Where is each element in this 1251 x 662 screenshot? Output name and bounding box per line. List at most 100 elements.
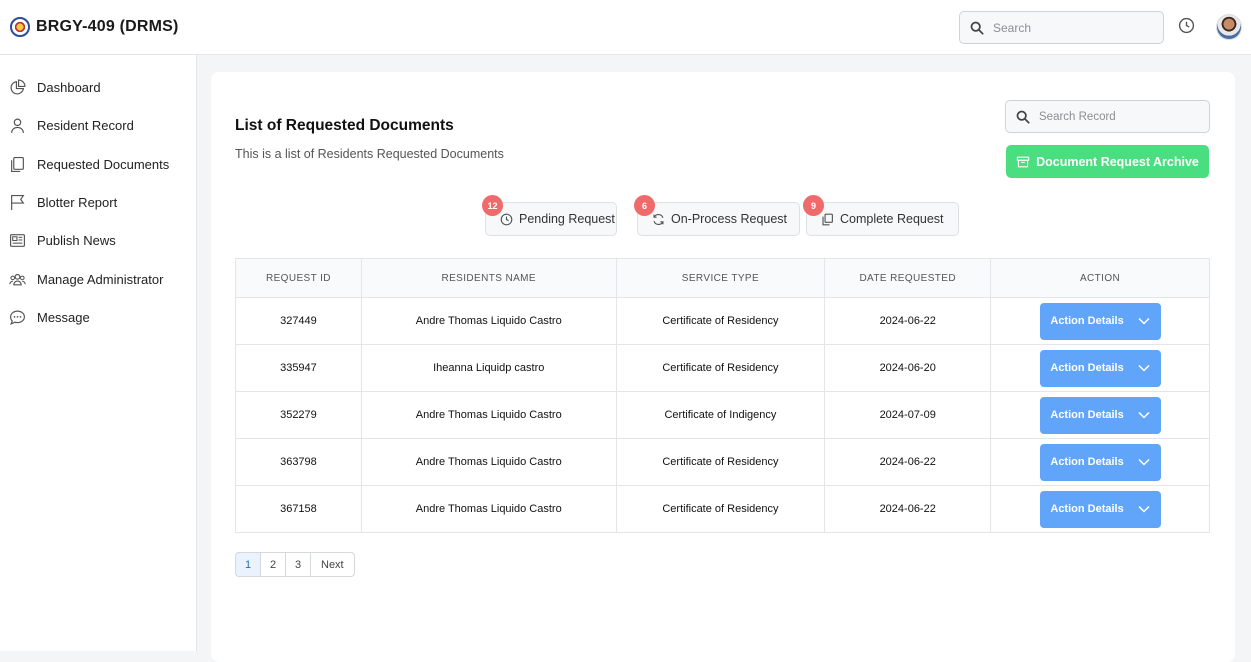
requests-table: REQUEST ID RESIDENTS NAME SERVICE TYPE D…	[235, 258, 1210, 533]
sidebar-item-label: Publish News	[37, 233, 116, 248]
record-search[interactable]	[1005, 100, 1210, 133]
table-row: 367158 Andre Thomas Liquido Castro Certi…	[235, 485, 1210, 533]
service-type-cell: Certificate of Residency	[615, 438, 826, 486]
on-process-request-label: On-Process Request	[671, 212, 788, 226]
sidebar-item-label: Message	[37, 310, 90, 325]
flag-icon	[11, 195, 25, 210]
request-id-cell: 352279	[235, 391, 362, 439]
action-details-button[interactable]: Action Details	[1039, 490, 1161, 528]
clock-icon[interactable]	[1178, 17, 1195, 34]
sidebar-item-label: Blotter Report	[37, 195, 118, 210]
request-id-cell: 367158	[235, 485, 362, 533]
chevron-down-icon	[1138, 364, 1150, 372]
request-id-cell: 327449	[235, 297, 362, 345]
date-requested-cell: 2024-06-22	[824, 297, 992, 345]
header-search[interactable]	[959, 11, 1164, 44]
header-search-input[interactable]	[993, 20, 1143, 35]
column-header-service-type[interactable]: SERVICE TYPE	[615, 258, 826, 298]
refresh-icon	[653, 213, 664, 225]
copy-icon	[822, 213, 833, 225]
sidebar-item-manage-administrator[interactable]: Manage Administrator	[9, 271, 163, 288]
action-details-button[interactable]: Action Details	[1039, 302, 1161, 340]
page-subtitle: This is a list of Residents Requested Do…	[235, 147, 504, 161]
pending-count-badge: 12	[482, 195, 503, 216]
pending-request-button[interactable]: 12 Pending Request	[482, 195, 617, 236]
table-row: 327449 Andre Thomas Liquido Castro Certi…	[235, 297, 1210, 345]
sidebar-item-dashboard[interactable]: Dashboard	[9, 79, 101, 96]
chevron-down-icon	[1138, 505, 1150, 513]
page-title: List of Requested Documents	[235, 117, 454, 134]
request-id-cell: 363798	[235, 438, 362, 486]
column-header-residents-name[interactable]: RESIDENTS NAME	[360, 258, 617, 298]
action-cell: Action Details	[990, 438, 1210, 486]
request-id-cell: 335947	[235, 344, 362, 392]
action-details-button[interactable]: Action Details	[1039, 443, 1161, 481]
pagination: 1 2 3 Next	[235, 552, 355, 577]
chevron-down-icon	[1138, 458, 1150, 466]
date-requested-cell: 2024-06-20	[824, 344, 992, 392]
service-type-cell: Certificate of Residency	[615, 485, 826, 533]
chevron-down-icon	[1138, 411, 1150, 419]
action-cell: Action Details	[990, 344, 1210, 392]
users-icon	[9, 273, 26, 286]
clock-icon	[500, 213, 513, 225]
documents-icon	[11, 157, 24, 172]
action-details-button[interactable]: Action Details	[1039, 349, 1161, 387]
document-request-archive-button[interactable]: Document Request Archive	[1006, 145, 1209, 178]
sidebar-item-publish-news[interactable]: Publish News	[9, 232, 116, 249]
page-1-button[interactable]: 1	[235, 552, 261, 577]
user-icon	[11, 118, 24, 133]
column-header-date-requested[interactable]: DATE REQUESTED	[824, 258, 992, 298]
barangay-logo-icon	[10, 17, 30, 37]
service-type-cell: Certificate of Indigency	[615, 391, 826, 439]
action-cell: Action Details	[990, 485, 1210, 533]
on-process-request-button[interactable]: 6 On-Process Request	[634, 195, 800, 236]
action-details-label: Action Details	[1050, 456, 1124, 468]
sidebar-item-label: Manage Administrator	[37, 272, 164, 287]
chat-icon	[10, 310, 25, 326]
chevron-down-icon	[1138, 317, 1150, 325]
brand[interactable]: BRGY-409 (DRMS)	[10, 17, 179, 37]
resident-name-cell: Iheanna Liquidp castro	[360, 344, 617, 392]
column-header-action: ACTION	[990, 258, 1210, 298]
complete-request-button[interactable]: 9 Complete Request	[803, 195, 959, 236]
table-row: 363798 Andre Thomas Liquido Castro Certi…	[235, 438, 1210, 486]
user-avatar[interactable]	[1216, 14, 1242, 40]
date-requested-cell: 2024-07-09	[824, 391, 992, 439]
search-icon	[970, 21, 984, 35]
page-2-button[interactable]: 2	[260, 552, 286, 577]
sidebar-item-label: Dashboard	[37, 80, 101, 95]
main-card: List of Requested Documents This is a li…	[211, 72, 1235, 662]
table-row: 335947 Iheanna Liquidp castro Certificat…	[235, 344, 1210, 392]
action-details-label: Action Details	[1050, 409, 1124, 421]
resident-name-cell: Andre Thomas Liquido Castro	[360, 438, 617, 486]
sidebar-item-blotter-report[interactable]: Blotter Report	[9, 194, 117, 211]
action-cell: Action Details	[990, 297, 1210, 345]
table-row: 352279 Andre Thomas Liquido Castro Certi…	[235, 391, 1210, 439]
sidebar-item-label: Resident Record	[37, 118, 134, 133]
search-icon	[1016, 110, 1030, 124]
sidebar-item-resident-record[interactable]: Resident Record	[9, 117, 134, 134]
on-process-count-badge: 6	[634, 195, 655, 216]
action-details-label: Action Details	[1050, 315, 1124, 327]
newspaper-icon	[10, 234, 25, 247]
sidebar-item-message[interactable]: Message	[9, 309, 90, 326]
record-search-input[interactable]	[1039, 110, 1189, 123]
pending-request-label: Pending Request	[519, 212, 615, 226]
resident-name-cell: Andre Thomas Liquido Castro	[360, 485, 617, 533]
next-page-button[interactable]: Next	[310, 552, 355, 577]
service-type-cell: Certificate of Residency	[615, 344, 826, 392]
resident-name-cell: Andre Thomas Liquido Castro	[360, 391, 617, 439]
resident-name-cell: Andre Thomas Liquido Castro	[360, 297, 617, 345]
table-header-row: REQUEST ID RESIDENTS NAME SERVICE TYPE D…	[235, 258, 1210, 298]
column-header-request-id[interactable]: REQUEST ID	[235, 258, 362, 298]
action-details-button[interactable]: Action Details	[1039, 396, 1161, 434]
service-type-cell: Certificate of Residency	[615, 297, 826, 345]
action-details-label: Action Details	[1050, 362, 1124, 374]
complete-count-badge: 9	[803, 195, 824, 216]
sidebar-item-requested-documents[interactable]: Requested Documents	[9, 156, 169, 173]
date-requested-cell: 2024-06-22	[824, 485, 992, 533]
archive-box-icon	[1016, 156, 1030, 167]
page-3-button[interactable]: 3	[285, 552, 311, 577]
pie-chart-icon	[10, 79, 26, 95]
